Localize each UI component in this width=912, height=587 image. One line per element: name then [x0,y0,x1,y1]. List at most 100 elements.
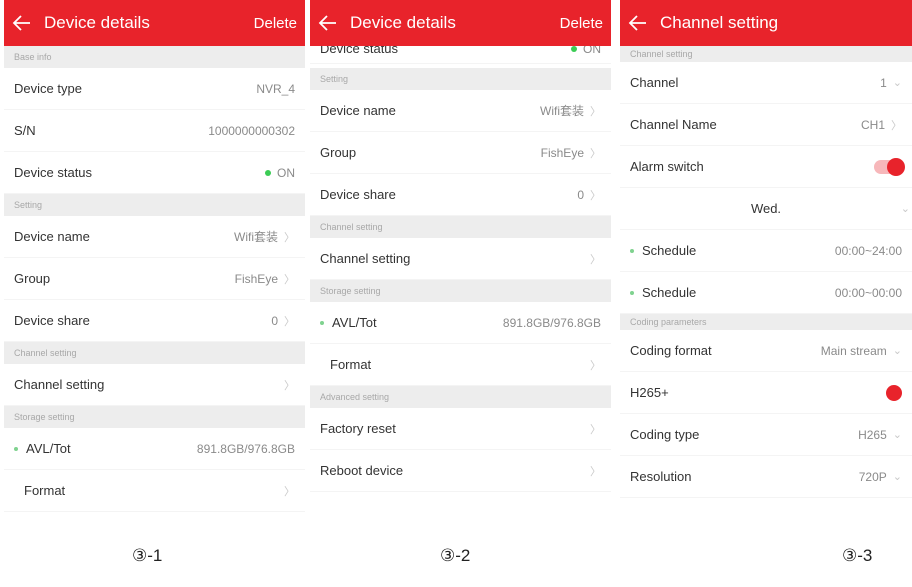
section-setting: Setting [4,194,305,216]
section-channel-setting: Channel setting [620,46,912,62]
row-format[interactable]: Format 〉 [4,470,305,512]
row-channel[interactable]: Channel 1 ⌄ [620,62,912,104]
screen-device-details-2: Device details Delete Device status ON S… [310,0,611,512]
section-storage-setting: Storage setting [4,406,305,428]
row-label: Group [320,145,357,160]
row-value: 00:00~24:00 [834,243,902,258]
row-day-select[interactable]: Wed. ⌄ [620,188,912,230]
row-device-name[interactable]: Device name Wifi套装〉 [310,90,611,132]
row-label: Channel Name [630,117,717,132]
chevron-down-icon: ⌄ [900,203,910,215]
row-avl-tot: AVL/Tot 891.8GB/976.8GB [310,302,611,344]
chevron-down-icon: ⌄ [892,77,902,89]
back-arrow-icon[interactable] [318,12,340,34]
row-label: AVL/Tot [332,315,377,330]
row-label: Device share [320,187,396,202]
row-value: 0 [271,313,278,328]
bullet-icon [630,290,634,295]
row-group[interactable]: Group FishEye 〉 [4,258,305,300]
app-bar: Device details Delete [4,0,305,46]
chevron-right-icon: 〉 [590,147,601,160]
toggle-knob [887,157,905,176]
row-avl-tot: AVL/Tot 891.8GB/976.8GB [4,428,305,470]
row-label: Factory reset [320,421,396,436]
chevron-right-icon: 〉 [590,105,601,118]
chevron-right-icon: 〉 [590,465,601,478]
row-label: Device share [14,313,90,328]
chevron-right-icon: 〉 [284,379,295,392]
section-channel-setting: Channel setting [4,342,305,364]
row-device-share[interactable]: Device share 0 〉 [4,300,305,342]
row-label: Alarm switch [630,159,704,174]
row-value: FishEye [540,145,584,160]
row-resolution[interactable]: Resolution 720P ⌄ [620,456,912,498]
day-value: Wed. [750,201,782,216]
row-reboot-device[interactable]: Reboot device 〉 [310,450,611,492]
row-channel-setting[interactable]: Channel setting 〉 [4,364,305,406]
row-label: Channel setting [14,377,105,392]
row-device-share[interactable]: Device share 0 〉 [310,174,611,216]
section-storage-setting: Storage setting [310,280,611,302]
section-channel-setting: Channel setting [310,216,611,238]
row-value: Wifi套装 [540,104,584,118]
row-value: NVR_4 [256,81,295,96]
chevron-right-icon: 〉 [284,273,295,286]
screen-channel-setting: Channel setting Channel setting Channel … [620,0,912,512]
row-device-status: Device status ON [4,152,305,194]
caption-2: ③-2 [440,546,471,565]
delete-button[interactable]: Delete [560,15,603,32]
row-alarm-switch: Alarm switch [620,146,912,188]
row-label: Device status [14,165,93,180]
row-value: 00:00~00:00 [834,285,902,300]
caption-1: ③-1 [132,546,163,565]
row-label: Coding format [630,343,712,358]
row-device-name[interactable]: Device name Wifi套装〉 [4,216,305,258]
page-title: Channel setting [660,13,779,32]
row-device-type: Device type NVR_4 [4,68,305,110]
row-label: Resolution [630,469,692,484]
row-factory-reset[interactable]: Factory reset 〉 [310,408,611,450]
row-label: Schedule [642,243,697,258]
chevron-right-icon: 〉 [284,485,295,498]
row-value: 1000000000302 [208,123,295,138]
chevron-down-icon: ⌄ [892,471,902,483]
back-arrow-icon[interactable] [12,12,34,34]
row-label: Format [330,357,372,372]
chevron-right-icon: 〉 [590,253,601,266]
row-schedule-1[interactable]: Schedule 00:00~24:00 [620,230,912,272]
section-base-info: Base info [4,46,305,68]
row-value: 1 [880,75,887,90]
row-label: S/N [14,123,36,138]
row-label: Device type [14,81,82,96]
row-value: CH1 [860,117,885,132]
row-group[interactable]: Group FishEye 〉 [310,132,611,174]
row-coding-format[interactable]: Coding format Main stream ⌄ [620,330,912,372]
bullet-icon [14,446,18,451]
row-label: Channel [630,75,679,90]
row-label: Reboot device [320,463,404,478]
app-bar: Channel setting [620,0,912,46]
row-value: Wifi套装 [234,230,278,244]
row-label: Device name [14,229,90,244]
caption-3: ③-3 [842,546,873,565]
row-coding-type[interactable]: Coding type H265 ⌄ [620,414,912,456]
row-label: Group [14,271,51,286]
row-value: 0 [577,187,584,202]
section-coding-parameters: Coding parameters [620,314,912,330]
alarm-toggle[interactable] [874,157,905,176]
row-channel-name[interactable]: Channel Name CH1 〉 [620,104,912,146]
h265plus-toggle[interactable] [886,384,902,401]
row-value: 891.8GB/976.8GB [196,441,295,456]
row-schedule-2[interactable]: Schedule 00:00~00:00 [620,272,912,314]
chevron-right-icon: 〉 [284,315,295,328]
row-value: Main stream [820,343,887,358]
row-label: Coding type [630,427,700,442]
status-online-icon [265,169,271,176]
chevron-right-icon: 〉 [891,119,902,132]
back-arrow-icon[interactable] [628,12,650,34]
row-label: Channel setting [320,251,411,266]
delete-button[interactable]: Delete [254,15,297,32]
row-format[interactable]: Format 〉 [310,344,611,386]
bullet-icon [630,248,634,253]
row-channel-setting[interactable]: Channel setting 〉 [310,238,611,280]
